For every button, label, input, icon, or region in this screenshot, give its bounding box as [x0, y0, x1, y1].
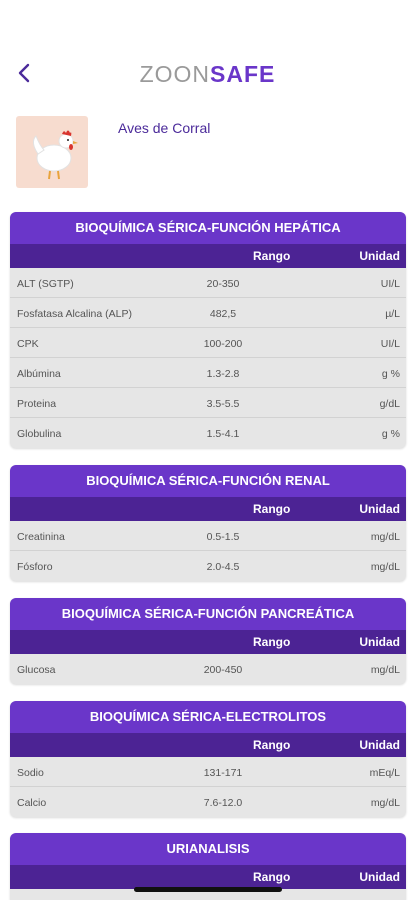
row-name: Creatinina	[17, 531, 65, 543]
table-row: Fósforo 2.0-4.5 mg/dL	[10, 551, 406, 581]
row-range: 1.5-4.1	[206, 428, 240, 440]
row-range: 3.5-5.5	[206, 398, 240, 410]
row-range: 131-171	[203, 767, 243, 779]
row-unit: mg/dL	[370, 797, 400, 809]
row-unit: UI/L	[380, 338, 400, 350]
row-unit: mg/dL	[370, 561, 400, 573]
row-unit: mg/dL	[370, 664, 400, 676]
column-header-unidad: Unidad	[359, 738, 400, 752]
home-indicator[interactable]	[134, 887, 282, 892]
table-row: Fosfatasa Alcalina (ALP) 482,5 µ/L	[10, 298, 406, 328]
row-name: Globulina	[17, 428, 62, 440]
table-row: Calcio 7.6-12.0 mg/dL	[10, 787, 406, 817]
column-header-rango: Rango	[253, 635, 291, 649]
column-header-rango: Rango	[253, 738, 291, 752]
species-name: Aves de Corral	[118, 120, 211, 136]
row-name: Fósforo	[17, 561, 53, 573]
row-name: ALT (SGTP)	[17, 278, 74, 290]
status-bar: 9:41 ✕	[0, 0, 415, 44]
section-card-hepatica: BIOQUÍMICA SÉRICA-FUNCIÓN HEPÁTICA Rango…	[10, 212, 406, 448]
logo-part1: ZOON	[139, 61, 211, 87]
row-name: Calcio	[17, 797, 47, 809]
table-row: Proteina 3.5-5.5 g/dL	[10, 388, 406, 418]
status-close-icon: ✕	[354, 12, 365, 27]
table-row: Albúmina 1.3-2.8 g %	[10, 358, 406, 388]
section-title: BIOQUÍMICA SÉRICA-FUNCIÓN HEPÁTICA	[10, 212, 406, 244]
column-header-rango: Rango	[253, 870, 291, 884]
column-header-unidad: Unidad	[359, 870, 400, 884]
table-row: CPK 100-200 UI/L	[10, 328, 406, 358]
row-range: 200-450	[203, 664, 243, 676]
section-card-renal: BIOQUÍMICA SÉRICA-FUNCIÓN RENAL Rango Un…	[10, 465, 406, 581]
row-unit: µ/L	[385, 308, 400, 320]
app-logo: ZOONSAFE	[0, 61, 415, 88]
column-header-unidad: Unidad	[359, 635, 400, 649]
table-row: Globulina 1.5-4.1 g %	[10, 418, 406, 448]
table-header: Rango Unidad	[10, 497, 406, 521]
table-header: Rango Unidad	[10, 865, 406, 889]
row-range: 0.5-1.5	[206, 531, 240, 543]
status-time: 9:41	[30, 14, 56, 29]
row-unit: g/dL	[379, 398, 400, 410]
table-row: Sodio 131-171 mEq/L	[10, 757, 406, 787]
row-unit: mEq/L	[369, 767, 400, 779]
table-header: Rango Unidad	[10, 733, 406, 757]
section-title: BIOQUÍMICA SÉRICA-ELECTROLITOS	[10, 701, 406, 733]
section-card-pancreatica: BIOQUÍMICA SÉRICA-FUNCIÓN PANCREÁTICA Ra…	[10, 598, 406, 684]
row-range: 2.0-4.5	[206, 561, 240, 573]
table-row: Glucosa 200-450 mg/dL	[10, 654, 406, 684]
row-range: 7.6-12.0	[203, 797, 243, 809]
app-header: ZOONSAFE	[0, 55, 415, 95]
chicken-icon	[16, 116, 88, 188]
column-header-unidad: Unidad	[359, 249, 400, 263]
row-name: Proteina	[17, 398, 57, 410]
table-row: ALT (SGTP) 20-350 UI/L	[10, 268, 406, 298]
row-unit: g %	[381, 368, 400, 380]
row-range: 482,5	[209, 308, 237, 320]
row-name: Fosfatasa Alcalina (ALP)	[17, 308, 132, 320]
section-card-electrolitos: BIOQUÍMICA SÉRICA-ELECTROLITOS Rango Uni…	[10, 701, 406, 817]
section-title: BIOQUÍMICA SÉRICA-FUNCIÓN RENAL	[10, 465, 406, 497]
row-name: CPK	[17, 338, 39, 350]
section-title: URIANALISIS	[10, 833, 406, 865]
column-header-unidad: Unidad	[359, 502, 400, 516]
table-header: Rango Unidad	[10, 244, 406, 268]
row-unit: UI/L	[380, 278, 400, 290]
table-header: Rango Unidad	[10, 630, 406, 654]
logo-part2: SAFE	[210, 61, 276, 87]
row-unit: mg/dL	[370, 531, 400, 543]
row-unit: g %	[381, 428, 400, 440]
row-name: Sodio	[17, 767, 44, 779]
row-range: 100-200	[203, 338, 243, 350]
row-name: Albúmina	[17, 368, 61, 380]
section-title: BIOQUÍMICA SÉRICA-FUNCIÓN PANCREÁTICA	[10, 598, 406, 630]
column-header-rango: Rango	[253, 249, 291, 263]
column-header-rango: Rango	[253, 502, 291, 516]
table-row: Creatinina 0.5-1.5 mg/dL	[10, 521, 406, 551]
row-range: 20-350	[206, 278, 240, 290]
row-range: 1.3-2.8	[206, 368, 240, 380]
row-name: Glucosa	[17, 664, 56, 676]
